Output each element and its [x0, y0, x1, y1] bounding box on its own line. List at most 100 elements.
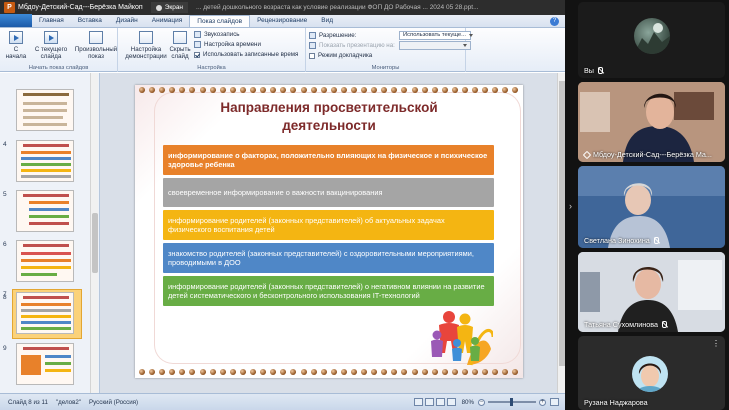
bead-ornament [340, 369, 347, 375]
group-label-start: Начать показ слайдов [28, 65, 89, 71]
zoom-in-icon[interactable]: + [539, 398, 546, 406]
reading-view-icon[interactable] [435, 398, 445, 406]
participant-tile-self[interactable]: Вы [578, 2, 725, 78]
bead-ornament [482, 87, 489, 93]
thumbnail-slide[interactable] [16, 140, 89, 184]
from-current-button[interactable]: С текущего слайда [31, 31, 71, 60]
group-setup: Настройка демонстрации Скрыть слайд Звук… [118, 28, 306, 72]
slideshow-current-icon [44, 31, 58, 44]
editor-scrollbar[interactable] [557, 73, 565, 393]
tab-view[interactable]: Вид [314, 15, 340, 27]
slide-item: информирование родителей (законных предс… [163, 210, 494, 240]
show-on-row: Показать презентацию на: [309, 41, 471, 50]
thumbnail-number: 9 [3, 345, 7, 352]
bead-ornament [199, 369, 206, 375]
tab-review[interactable]: Рецензирование [250, 15, 314, 27]
resolution-row: Разрешение: Использовать текуще... [309, 31, 473, 40]
presenter-view-checkbox[interactable]: Режим докладчика [309, 52, 372, 59]
group-label-setup: Настройка [197, 65, 226, 71]
tab-slide-show[interactable]: Показ слайдов [189, 15, 251, 27]
slideshow-view-icon[interactable] [446, 398, 456, 406]
bead-ornament [229, 87, 236, 93]
thumbnail-slide[interactable] [16, 240, 89, 284]
slide-sorter-view-icon[interactable] [424, 398, 434, 406]
bead-ornament [229, 369, 236, 375]
thumbnail-image [16, 89, 74, 131]
status-bar: Слайд 8 из 11 "делов2" Русский (Россия) … [0, 393, 565, 410]
theme-name: "делов2" [55, 398, 81, 406]
show-on-select[interactable] [399, 41, 471, 50]
tab-design[interactable]: Дизайн [109, 15, 145, 27]
bead-ornament [361, 87, 368, 93]
window-title: Мбдоу-Детский-Сад---Берёзка Майкоп [18, 4, 143, 11]
hide-slide-button[interactable]: Скрыть слайд [168, 31, 192, 60]
custom-show-button[interactable]: Произвольный показ [74, 31, 118, 60]
more-options-icon[interactable]: ⋮ [712, 340, 720, 348]
ribbon: С начала С текущего слайда Произвольный … [0, 28, 565, 72]
help-icon[interactable]: ? [550, 17, 559, 26]
bead-ornament [391, 369, 398, 375]
bead-ornament [401, 369, 408, 375]
participant-tile-video[interactable]: Татьяна Сухомлинова [578, 252, 725, 332]
thumbnail-slide[interactable] [16, 343, 89, 387]
tab-insert[interactable]: Вставка [71, 15, 109, 27]
bead-ornament [270, 369, 277, 375]
file-tab[interactable] [0, 14, 32, 27]
bead-ornament [512, 87, 519, 93]
bead-ornament [431, 369, 438, 375]
fit-to-window-icon[interactable] [550, 398, 559, 406]
thumbnail-slide[interactable] [16, 190, 89, 234]
slide-item: информирование о факторах, положительно … [163, 145, 494, 175]
share-label: Экран [164, 4, 184, 11]
presenter-view-check[interactable] [309, 52, 315, 59]
ribbon-tabs: Главная Вставка Дизайн Анимация Показ сл… [0, 14, 565, 28]
participant-tile-avatar[interactable]: ⋮ Рузана Наджарова [578, 336, 725, 410]
screen-share-indicator[interactable]: Экран [150, 2, 189, 13]
collapse-arrow-icon[interactable]: › [569, 201, 577, 211]
thumbnail-slide[interactable] [16, 89, 89, 133]
bead-ornament [219, 87, 226, 93]
rehearse-timings-button[interactable]: Настройка времени [194, 41, 261, 48]
bead-ornament [512, 369, 519, 375]
setup-show-button[interactable]: Настройка демонстрации [124, 31, 168, 60]
tab-animations[interactable]: Анимация [145, 15, 190, 27]
current-slide[interactable]: Направления просветительской деятельност… [135, 85, 523, 378]
slide-counter: Слайд 8 из 11 [8, 398, 48, 406]
participant-tile-video[interactable]: Мбдоу-Детский-Сад---Берёзка Ма... [578, 82, 725, 162]
bead-ornament [320, 369, 327, 375]
bead-ornament [482, 369, 489, 375]
bead-ornament [472, 87, 479, 93]
from-start-button[interactable]: С начала [3, 31, 29, 60]
bead-ornament [451, 87, 458, 93]
bead-ornament [260, 87, 267, 93]
bead-ornament [330, 369, 337, 375]
slide-item: своевременное информирование о важности … [163, 178, 494, 207]
participant-tile-video[interactable]: Светлана Зинохина [578, 166, 725, 248]
zoom-slider-knob[interactable] [510, 398, 513, 406]
participant-name: Татьяна Сухомлинова [584, 320, 667, 329]
bead-ornament [492, 87, 499, 93]
record-narration-button[interactable]: Звукозапись [194, 31, 240, 38]
bead-ornament [159, 369, 166, 375]
top-bead-border [135, 87, 523, 94]
monitor-icon [309, 32, 316, 39]
thumbnail-slide-selected[interactable] [12, 289, 89, 339]
mic-off-icon [597, 67, 603, 74]
slide-title: Направления просветительской деятельност… [220, 100, 438, 133]
bead-ornament [411, 369, 418, 375]
tab-home[interactable]: Главная [32, 15, 71, 27]
bottom-bead-border [135, 369, 523, 376]
thumbnails-scrollbar[interactable] [90, 73, 98, 393]
thumbnails-scroll-thumb[interactable] [92, 213, 98, 273]
use-timings-check[interactable] [194, 51, 200, 58]
zoom-out-icon[interactable]: − [478, 398, 485, 406]
title-bar: P Мбдоу-Детский-Сад---Берёзка Майкоп Экр… [0, 0, 565, 15]
normal-view-icon[interactable] [413, 398, 423, 406]
zoom-level[interactable]: 80% [462, 399, 474, 406]
use-timings-checkbox[interactable]: Использовать записанные время [194, 51, 298, 58]
resolution-select[interactable]: Использовать текуще... [399, 31, 473, 40]
bead-ornament [492, 369, 499, 375]
document-title: ... детей дошкольного возраста как услов… [196, 4, 479, 11]
zoom-slider[interactable] [488, 398, 536, 406]
language-indicator[interactable]: Русский (Россия) [89, 399, 138, 406]
